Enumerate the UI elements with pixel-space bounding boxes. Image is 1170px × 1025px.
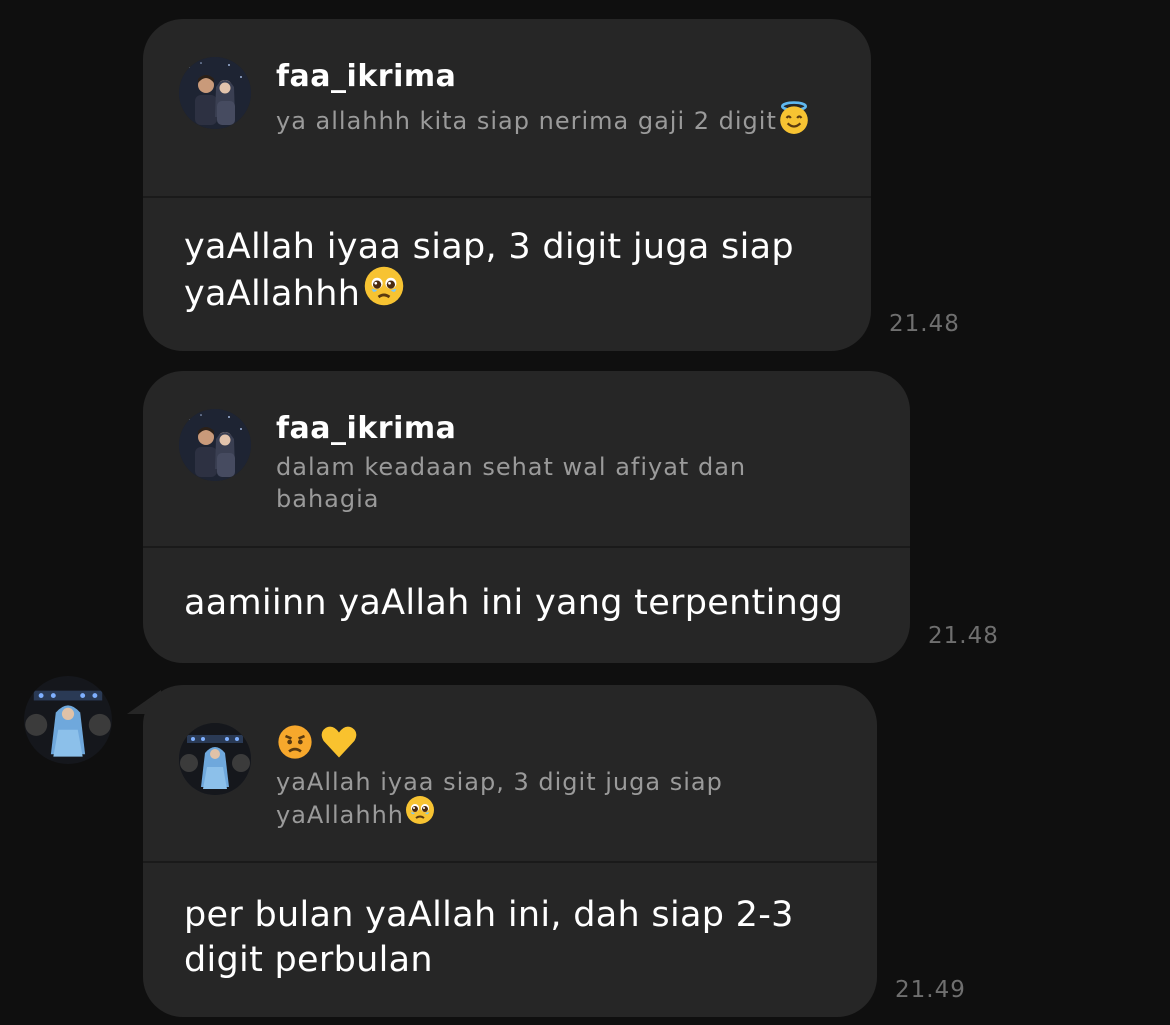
reply-snippet-line: yaAllahhh [276,801,405,829]
reply-author-name: faa_ikrima [276,411,457,446]
message-text: per bulan yaAllah ini, dah siap 2-3 digi… [184,893,794,983]
reply-snippet: yaAllah iyaa siap, 3 digit juga siap yaA… [276,766,723,834]
face-holding-back-tears-icon [404,794,436,834]
message-text-line: yaAllah iyaa siap, 3 digit juga siap [184,227,794,267]
sender-avatar[interactable] [24,676,112,764]
reply-snippet-line: bahagia [276,485,380,513]
reply-snippet-line: yaAllah iyaa siap, 3 digit juga siap [276,768,723,796]
reply-author-avatar [179,57,251,129]
face-holding-back-tears-icon [362,264,406,320]
reply-snippet-text: ya allahhh kita siap nerima gaji 2 digit [276,107,777,135]
reply-reactions [276,723,358,765]
reply-author-name: faa_ikrima [276,59,457,94]
chat-screen: faa_ikrima ya allahhh kita siap nerima g… [0,0,1170,1025]
message-text: yaAllah iyaa siap, 3 digit juga siap yaA… [184,225,794,320]
yellow-heart-icon [320,723,358,765]
reply-preview[interactable]: faa_ikrima dalam keadaan sehat wal afiya… [143,371,910,548]
angry-face-icon [276,723,314,765]
message-text-line: yaAllahhh [184,274,361,314]
message-timestamp: 21.48 [928,623,999,649]
message-bubble[interactable]: faa_ikrima ya allahhh kita siap nerima g… [143,19,871,351]
message-timestamp: 21.49 [895,977,966,1003]
message-text: aamiinn yaAllah ini yang terpentingg [184,581,843,626]
reply-snippet-line: dalam keadaan sehat wal afiyat dan [276,453,747,481]
message-text-line: per bulan yaAllah ini, dah siap 2-3 [184,895,794,935]
message-text-line: aamiinn yaAllah ini yang terpentingg [184,583,844,623]
message-text-line: digit perbulan [184,940,433,980]
reply-snippet: ya allahhh kita siap nerima gaji 2 digit [276,101,811,143]
reply-snippet: dalam keadaan sehat wal afiyat dan bahag… [276,451,746,515]
message-bubble[interactable]: yaAllah iyaa siap, 3 digit juga siap yaA… [143,685,877,1017]
reply-author-avatar [179,723,251,795]
reply-preview[interactable]: faa_ikrima ya allahhh kita siap nerima g… [143,19,871,198]
smiling-face-with-halo-icon [777,101,811,143]
reply-preview[interactable]: yaAllah iyaa siap, 3 digit juga siap yaA… [143,685,877,863]
reply-author-avatar [179,409,251,481]
message-bubble[interactable]: faa_ikrima dalam keadaan sehat wal afiya… [143,371,910,663]
message-timestamp: 21.48 [889,311,960,337]
